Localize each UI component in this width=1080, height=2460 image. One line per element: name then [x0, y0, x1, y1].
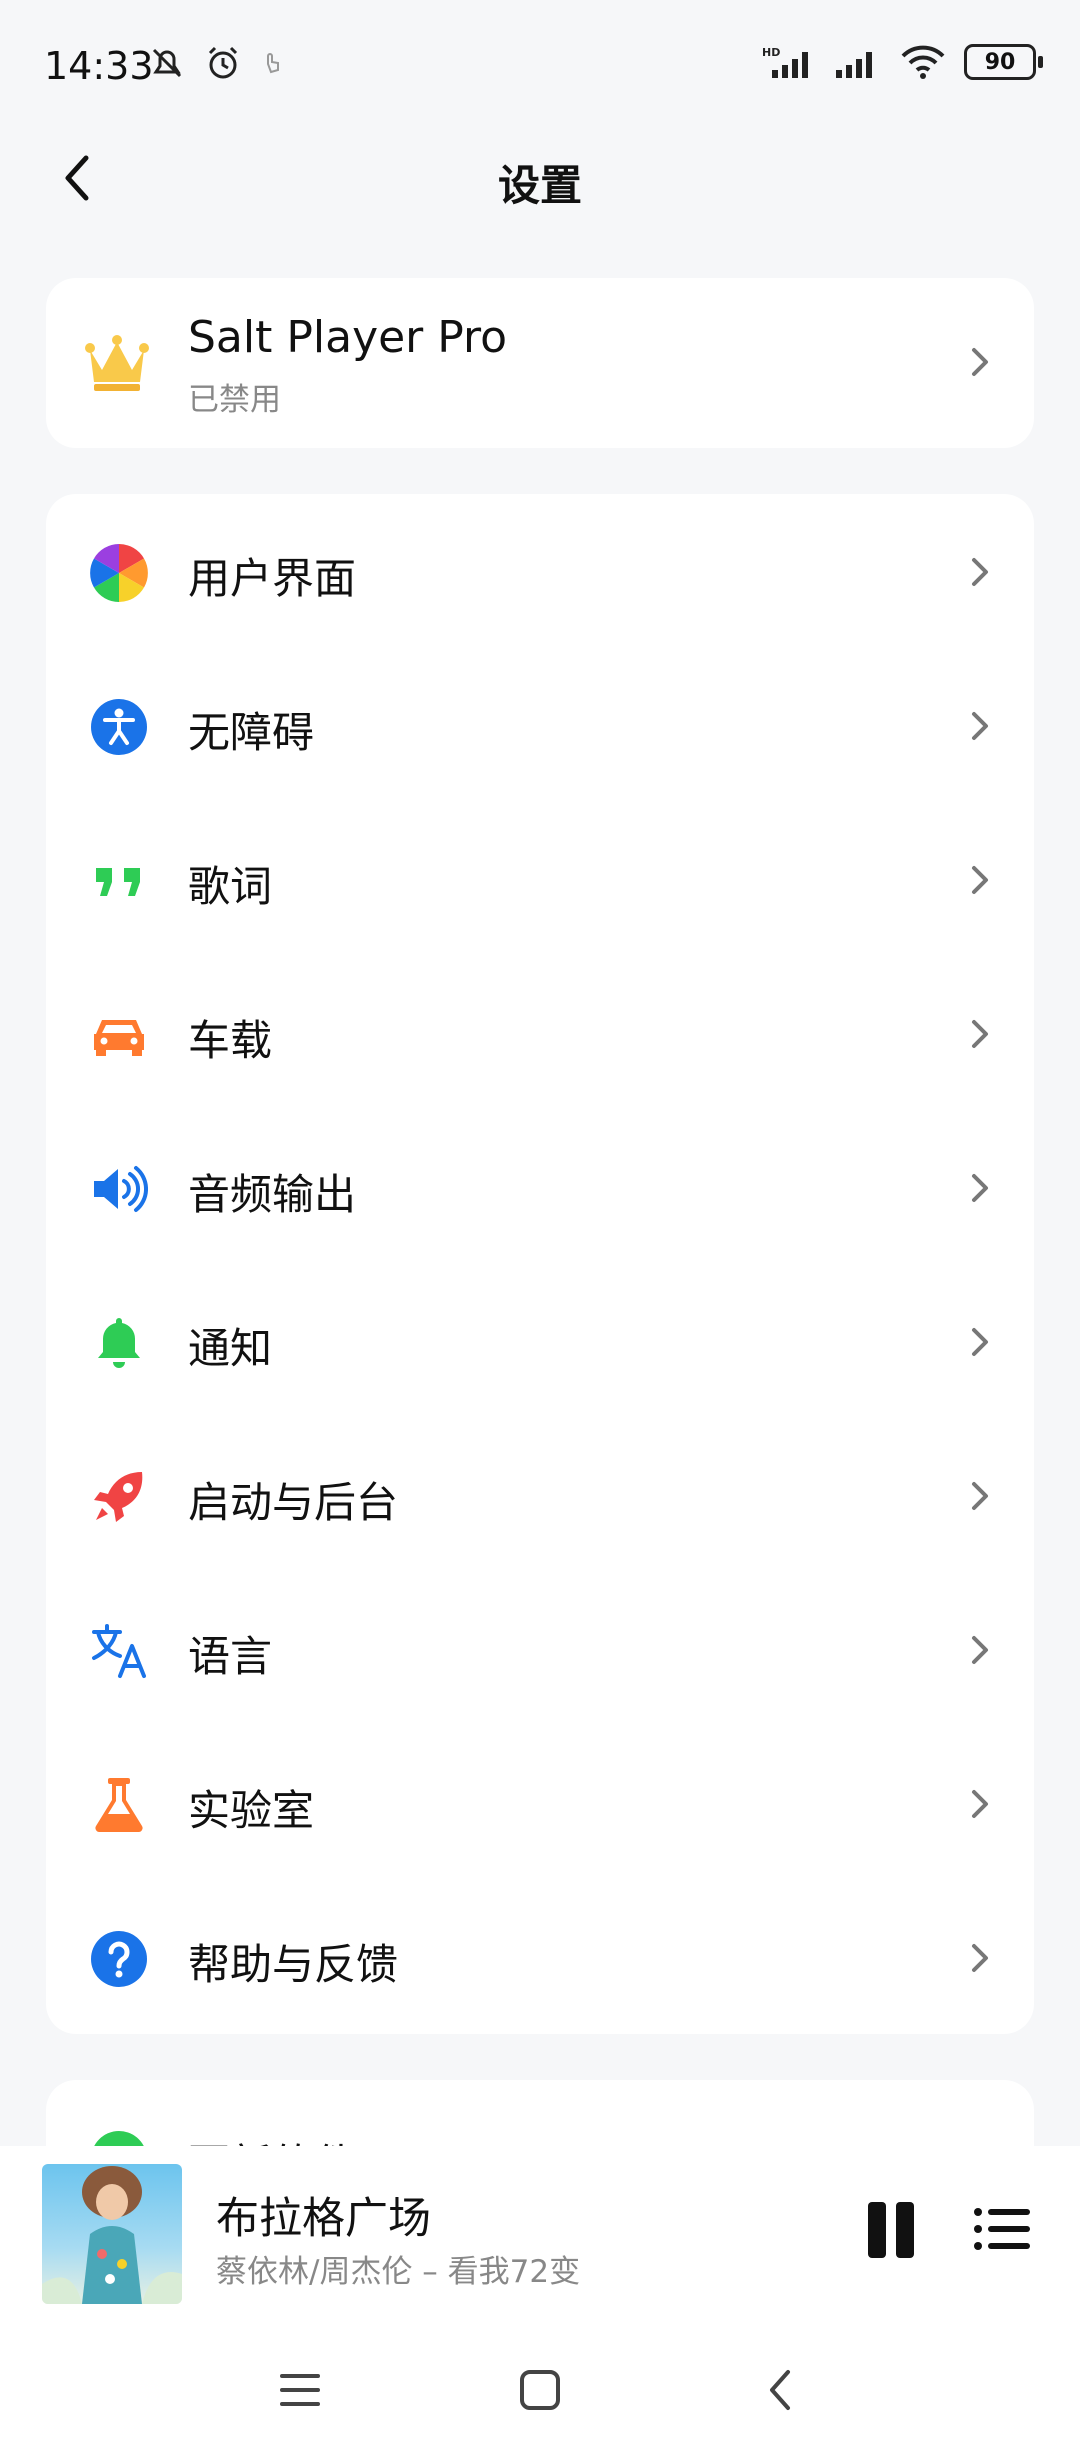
menu-item-language[interactable]: 语言: [46, 1572, 1034, 1726]
chevron-right-icon: [972, 1174, 988, 1202]
menu-label: 无障碍: [188, 708, 315, 757]
help-icon: [90, 1930, 148, 1988]
menu-item-ui[interactable]: 用户界面: [46, 494, 1034, 648]
nav-home-button[interactable]: [510, 2360, 570, 2420]
hd-signal-icon: HD: [762, 46, 808, 78]
svg-text:HD: HD: [762, 46, 780, 59]
home-square-icon: [520, 2370, 560, 2410]
chevron-right-icon: [972, 1328, 988, 1356]
chevron-right-icon: [972, 348, 988, 376]
settings-menu: 用户界面 无障碍 歌词 车载 音频输出 通知 启动与后台 语言 实验室 帮助与反…: [46, 494, 1034, 2034]
chevron-right-icon: [972, 1944, 988, 1972]
chevron-right-icon: [972, 1482, 988, 1510]
status-left-icons: [148, 44, 286, 82]
menu-label: 帮助与反馈: [188, 1940, 399, 1989]
menu-icon: [280, 2374, 320, 2406]
chevron-right-icon: [972, 712, 988, 740]
pro-card[interactable]: Salt Player Pro 已禁用: [46, 278, 1034, 448]
chevron-right-icon: [972, 558, 988, 586]
alarm-icon: [208, 46, 238, 79]
menu-label: 启动与后台: [188, 1478, 399, 1527]
touch-icon: [267, 53, 279, 74]
menu-item-car[interactable]: 车载: [46, 956, 1034, 1110]
menu-item-lab[interactable]: 实验室: [46, 1726, 1034, 1880]
menu-label: 用户界面: [188, 554, 357, 603]
pause-icon: [868, 2202, 886, 2258]
menu-item-notification[interactable]: 通知: [46, 1264, 1034, 1418]
wifi-icon: [901, 45, 945, 79]
menu-item-audio-output[interactable]: 音频输出: [46, 1110, 1034, 1264]
playlist-button[interactable]: [972, 2204, 1032, 2254]
crown-icon: [85, 335, 149, 391]
status-time: 14:33: [44, 44, 154, 88]
menu-item-help[interactable]: 帮助与反馈: [46, 1880, 1034, 2034]
status-bar: 14:33 HD 90: [0, 0, 1080, 130]
menu-item-accessibility[interactable]: 无障碍: [46, 648, 1034, 802]
track-title: 布拉格广场: [216, 2194, 431, 2244]
mute-icon: [152, 48, 182, 78]
flask-icon: [90, 1776, 148, 1834]
menu-label: 音频输出: [188, 1170, 357, 1219]
rocket-icon: [90, 1468, 148, 1526]
chevron-right-icon: [972, 866, 988, 894]
status-right-icons: HD 90: [762, 44, 1043, 80]
menu-label: 歌词: [188, 862, 273, 911]
menu-label: 实验室: [188, 1786, 315, 1835]
color-wheel-icon: [90, 544, 148, 602]
chevron-right-icon: [972, 1636, 988, 1664]
nav-back-icon: [770, 2370, 790, 2410]
battery-level: 90: [984, 49, 1016, 75]
track-artist-album: 蔡依林/周杰伦 – 看我72变: [216, 2254, 581, 2290]
pause-button[interactable]: [868, 2202, 916, 2258]
nav-back-button[interactable]: [750, 2360, 810, 2420]
pause-icon: [896, 2202, 914, 2258]
bell-icon: [90, 1314, 148, 1372]
signal-icon: [836, 52, 872, 78]
menu-label: 通知: [188, 1324, 273, 1373]
nav-menu-button[interactable]: [270, 2360, 330, 2420]
battery-icon: 90: [964, 44, 1043, 80]
menu-label: 车载: [188, 1016, 273, 1065]
translate-icon: [90, 1622, 148, 1680]
pro-status: 已禁用: [188, 382, 281, 418]
car-icon: [90, 1006, 148, 1064]
menu-item-startup[interactable]: 启动与后台: [46, 1418, 1034, 1572]
page-title: 设置: [497, 161, 582, 210]
album-art[interactable]: [42, 2164, 182, 2304]
pro-title: Salt Player Pro: [188, 312, 508, 363]
now-playing-bar[interactable]: 布拉格广场 蔡依林/周杰伦 – 看我72变: [0, 2146, 1080, 2316]
quote-icon: [90, 852, 148, 910]
speaker-icon: [90, 1160, 148, 1218]
accessibility-icon: [90, 698, 148, 756]
menu-label: 语言: [188, 1632, 273, 1681]
app-header: 设置: [0, 130, 1080, 230]
menu-item-lyrics[interactable]: 歌词: [46, 802, 1034, 956]
system-nav-bar: [0, 2316, 1080, 2460]
chevron-right-icon: [972, 1790, 988, 1818]
chevron-right-icon: [972, 1020, 988, 1048]
